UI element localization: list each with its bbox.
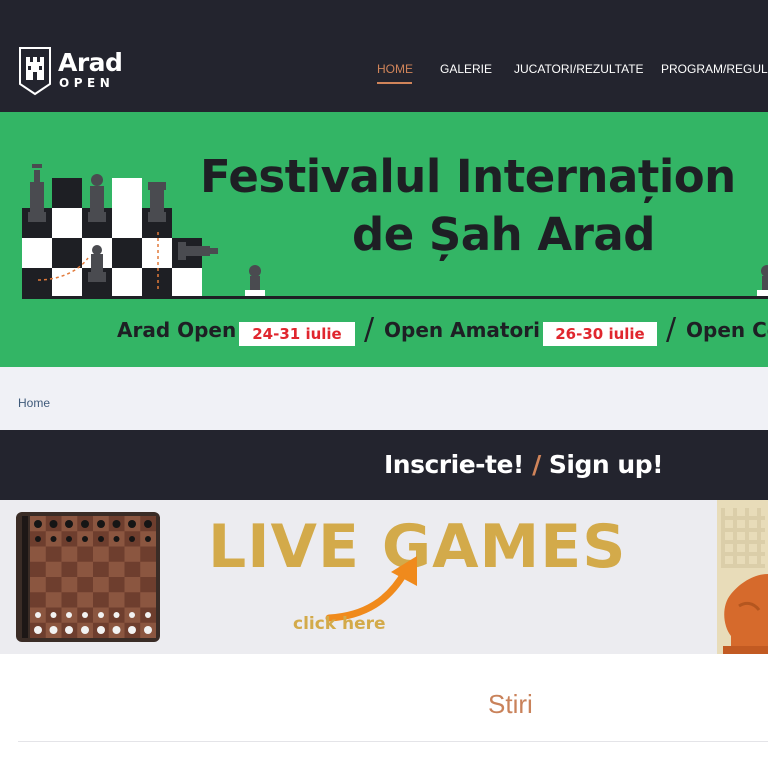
banner-separator: / xyxy=(666,312,677,347)
event-dates: 24-31 iulie xyxy=(239,322,355,346)
chessboard-icon xyxy=(16,512,160,642)
news-section-title: Stiri xyxy=(488,689,533,719)
banner-baseline xyxy=(22,296,768,299)
signup-en: Sign up! xyxy=(548,450,664,479)
main-nav: HOME GALERIE JUCATORI/REZULTATE PROGRAM/… xyxy=(0,62,768,88)
banner-separator: / xyxy=(364,312,375,347)
click-here-link[interactable]: click here xyxy=(293,614,386,634)
nav-item-galerie[interactable]: GALERIE xyxy=(440,62,492,76)
banner-title-line1: Festivalul Internațion xyxy=(200,150,736,203)
event-dates: 26-30 iulie xyxy=(543,322,657,346)
knight-icon xyxy=(723,574,768,654)
event-name: Open Co xyxy=(686,318,768,342)
pawn-icon xyxy=(245,265,265,296)
nav-item-home[interactable]: HOME xyxy=(377,62,413,76)
signup-text: Inscrie-te! / Sign up! xyxy=(384,450,664,479)
site-header: Arad OPEN HOME GALERIE JUCATORI/REZULTAT… xyxy=(0,0,768,112)
news-divider xyxy=(18,741,768,742)
knight-panel xyxy=(717,500,768,654)
event-name: Open Amatori xyxy=(384,318,540,342)
nav-item-jucatori-rezultate[interactable]: JUCATORI/REZULTATE xyxy=(514,62,644,76)
nav-active-underline xyxy=(377,82,412,84)
pawn-icon xyxy=(757,265,768,296)
signup-banner[interactable]: Inscrie-te! / Sign up! xyxy=(0,430,768,500)
breadcrumb-home[interactable]: Home xyxy=(18,396,50,410)
festival-banner[interactable]: Festivalul Internațion de Șah Arad Arad … xyxy=(0,112,768,367)
signup-ro: Inscrie-te! xyxy=(384,450,524,479)
nav-item-program-reguli[interactable]: PROGRAM/REGULI xyxy=(661,62,768,76)
breadcrumb-bar: Home xyxy=(0,367,768,430)
live-games-banner[interactable]: LIVE GAMES click here xyxy=(0,500,768,654)
banner-title-line2: de Șah Arad xyxy=(352,208,655,261)
event-name: Arad Open xyxy=(117,318,237,342)
signup-separator: / xyxy=(532,450,541,479)
decorative-pattern xyxy=(721,508,765,568)
